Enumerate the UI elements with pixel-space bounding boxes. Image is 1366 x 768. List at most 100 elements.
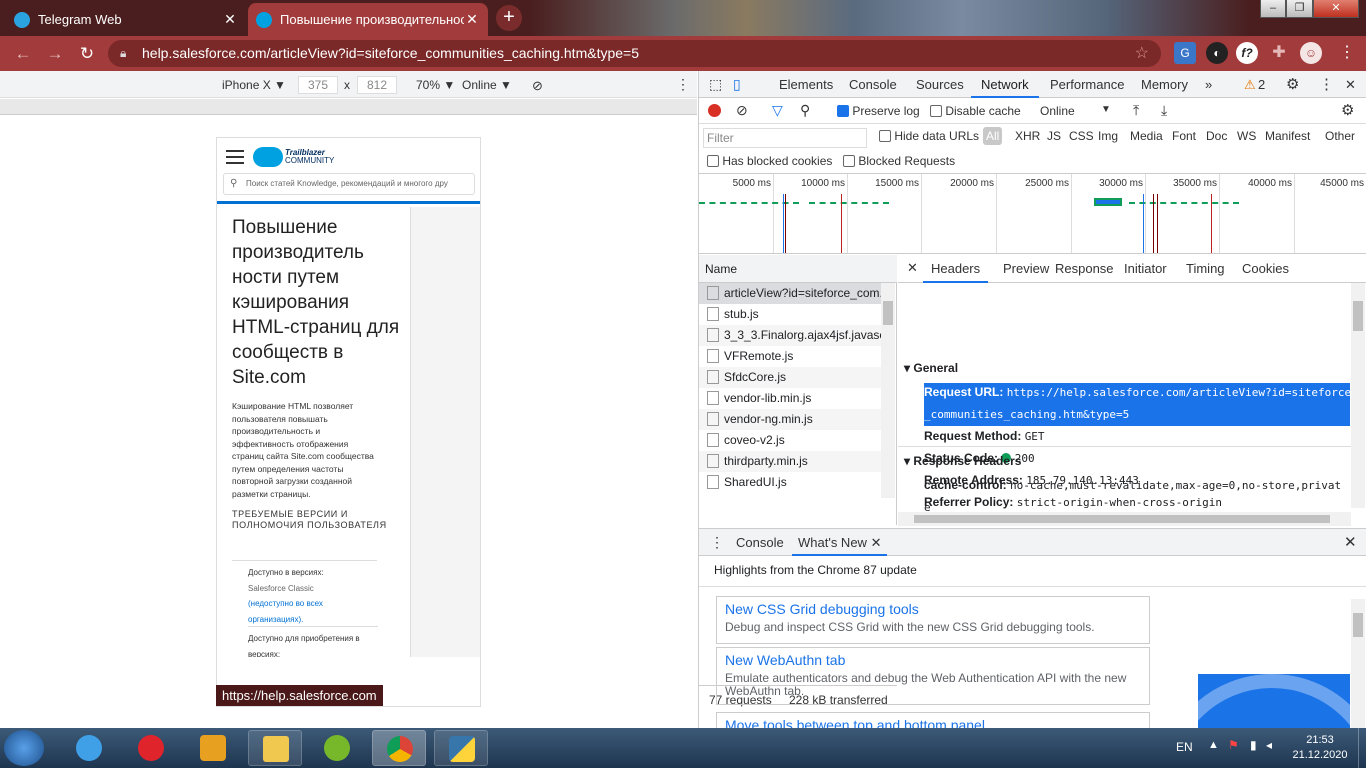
extension-circle-icon[interactable]: ◐ [1206, 42, 1228, 64]
filter-type-doc[interactable]: Doc [1206, 129, 1227, 143]
close-devtools-icon[interactable]: ✕ [1345, 71, 1356, 98]
filter-type-ws[interactable]: WS [1237, 129, 1256, 143]
filter-type-manifest[interactable]: Manifest [1265, 129, 1310, 143]
system-clock[interactable]: 21:53 21.12.2020 [1280, 733, 1360, 763]
show-desktop-button[interactable] [1358, 728, 1366, 768]
puzzle-extensions-icon[interactable]: ✚ [1268, 42, 1290, 64]
request-row[interactable]: SharedUI.js [699, 472, 881, 493]
height-input[interactable]: 812 [357, 76, 397, 94]
drawer-tab-whats-new[interactable]: What's New ✕ [792, 529, 888, 556]
more-tabs-icon[interactable]: » [1205, 71, 1212, 98]
warning-count[interactable]: 2 [1258, 71, 1265, 98]
detail-tab-response[interactable]: Response [1055, 255, 1114, 283]
maximize-button[interactable]: ❐ [1286, 0, 1313, 18]
filter-type-all[interactable]: All [983, 127, 1003, 145]
network-settings-gear-icon[interactable]: ⚙ [1341, 101, 1354, 119]
close-window-button[interactable]: ✕ [1313, 0, 1359, 18]
request-list-scrollbar[interactable] [881, 283, 895, 498]
filter-type-js[interactable]: JS [1047, 129, 1061, 143]
record-icon[interactable] [708, 104, 721, 117]
dropdown-arrow-icon[interactable]: ▼ [1101, 104, 1111, 115]
tab-elements[interactable]: Elements [779, 71, 833, 98]
minimize-button[interactable]: ‒ [1260, 0, 1286, 18]
site-search-input[interactable]: ⚲ Поиск статей Knowledge, рекомендаций и… [223, 173, 475, 195]
filter-type-font[interactable]: Font [1172, 129, 1196, 143]
width-input[interactable]: 375 [298, 76, 338, 94]
scrollbar-thumb[interactable] [1353, 613, 1363, 637]
tab-memory[interactable]: Memory [1141, 71, 1188, 98]
tab-console[interactable]: Console [849, 71, 897, 98]
inspect-element-icon[interactable]: ⬚ [709, 71, 722, 98]
detail-horizontal-scrollbar[interactable] [898, 512, 1351, 526]
taskbar-opera[interactable] [124, 730, 178, 766]
taskbar-ie[interactable] [62, 730, 116, 766]
request-row[interactable]: articleView?id=siteforce_com... [699, 283, 881, 304]
taskbar-utorrent[interactable] [310, 730, 364, 766]
close-drawer-icon[interactable]: ✕ [1344, 529, 1357, 556]
drawer-tab-console[interactable]: Console [736, 529, 784, 556]
filter-type-media[interactable]: Media [1130, 129, 1163, 143]
close-detail-icon[interactable]: ✕ [907, 255, 918, 283]
salesforce-logo[interactable] [253, 147, 283, 167]
network-status-icon[interactable]: ⚑ [1228, 738, 1239, 752]
close-tab-icon[interactable]: ✕ [222, 11, 238, 28]
translate-extension-icon[interactable]: G [1174, 42, 1196, 64]
throttle-select[interactable]: Online ▼ [462, 78, 512, 92]
reload-icon[interactable]: ↻ [76, 43, 98, 65]
new-tab-button[interactable]: + [496, 5, 522, 31]
tray-up-arrow-icon[interactable]: ▲ [1208, 739, 1219, 751]
blocked-requests-checkbox[interactable]: Blocked Requests [843, 154, 955, 168]
hamburger-menu-icon[interactable] [226, 150, 244, 164]
response-headers-toggle[interactable]: ▾ Response Headers [904, 454, 1021, 468]
device-select[interactable]: iPhone X ▼ [222, 78, 286, 92]
search-icon[interactable]: ⚲ [800, 102, 810, 119]
filter-funnel-icon[interactable]: ▽ [772, 102, 783, 119]
taskbar-media-player[interactable] [186, 730, 240, 766]
clear-icon[interactable]: ⊘ [736, 102, 748, 119]
filter-input[interactable]: Filter [703, 128, 867, 148]
filter-type-xhr[interactable]: XHR [1015, 129, 1040, 143]
card-title[interactable]: New WebAuthn tab [725, 652, 1141, 669]
scrollbar-thumb[interactable] [1353, 301, 1363, 331]
request-url-row[interactable]: Request URL: https://help.salesforce.com… [924, 385, 1351, 399]
device-menu-icon[interactable]: ⋮ [676, 76, 690, 93]
windows-start-icon[interactable] [4, 730, 44, 766]
filter-type-css[interactable]: CSS [1069, 129, 1094, 143]
signal-icon[interactable]: ▮ [1250, 738, 1257, 752]
request-row[interactable]: vendor-ng.min.js [699, 409, 881, 430]
device-toggle-icon[interactable]: ▯ [733, 71, 741, 98]
import-har-icon[interactable]: ⤒ [1133, 102, 1139, 119]
export-har-icon[interactable]: ⤓ [1161, 102, 1167, 119]
hide-data-urls-checkbox[interactable]: Hide data URLs [879, 129, 979, 143]
tab-performance[interactable]: Performance [1050, 71, 1124, 98]
network-overview-timeline[interactable]: 5000 ms 10000 ms 15000 ms 20000 ms 25000… [699, 174, 1366, 254]
disable-cache-checkbox[interactable]: Disable cache [930, 104, 1021, 118]
drawer-scrollbar[interactable] [1351, 599, 1365, 729]
volume-icon[interactable]: ◂ [1266, 738, 1272, 752]
detail-tab-cookies[interactable]: Cookies [1242, 255, 1289, 283]
whats-new-card[interactable]: New CSS Grid debugging tools Debug and i… [716, 596, 1150, 644]
network-throttle-select[interactable]: Online [1040, 104, 1075, 118]
request-row[interactable]: coveo-v2.js [699, 430, 881, 451]
taskbar-python[interactable] [434, 730, 488, 766]
has-blocked-cookies-checkbox[interactable]: Has blocked cookies [707, 154, 832, 168]
request-row[interactable]: SfdcCore.js [699, 367, 881, 388]
name-column-header[interactable]: Name [699, 255, 897, 283]
detail-tab-timing[interactable]: Timing [1186, 255, 1225, 283]
request-row[interactable]: stub.js [699, 304, 881, 325]
taskbar-explorer[interactable] [248, 730, 302, 766]
devtools-menu-icon[interactable]: ⋮ [1319, 71, 1334, 98]
detail-tab-preview[interactable]: Preview [1003, 255, 1049, 283]
request-row[interactable]: thirdparty.min.js [699, 451, 881, 472]
filter-type-other[interactable]: Other [1325, 129, 1355, 143]
request-row[interactable]: 3_3_3.Finalorg.ajax4jsf.javascri [699, 325, 881, 346]
close-tab-icon[interactable]: ✕ [464, 11, 480, 28]
card-title[interactable]: New CSS Grid debugging tools [725, 601, 1141, 618]
formula-extension-icon[interactable]: f? [1236, 42, 1258, 64]
detail-tab-headers[interactable]: Headers [923, 255, 989, 283]
preserve-log-checkbox[interactable]: Preserve log [837, 104, 920, 118]
settings-gear-icon[interactable]: ⚙ [1286, 71, 1299, 98]
address-bar[interactable]: 🔒︎ help.salesforce.com/articleView?id=si… [108, 40, 1161, 67]
profile-avatar-icon[interactable]: ☺ [1300, 42, 1322, 64]
general-section-toggle[interactable]: ▾ General [904, 361, 958, 375]
